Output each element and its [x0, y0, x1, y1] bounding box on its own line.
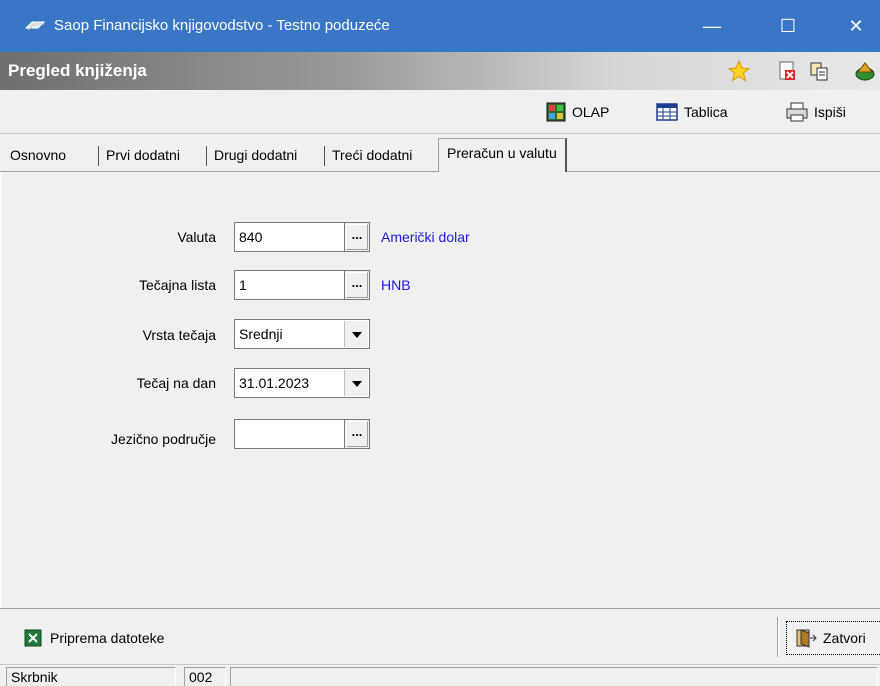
status-bar: Skrbnik 002: [0, 664, 880, 686]
app-icon: [24, 21, 46, 31]
toolbar: OLAP Tablica Ispiši: [0, 90, 880, 134]
copy-icon[interactable]: [808, 60, 830, 82]
chevron-down-icon[interactable]: [344, 321, 368, 347]
priprema-datoteke-button[interactable]: Priprema datoteke: [24, 629, 164, 647]
window-titlebar: Saop Financijsko knjigovodstvo - Testno …: [0, 0, 880, 52]
tablica-button[interactable]: Tablica: [656, 100, 728, 124]
ispisi-button[interactable]: Ispiši: [786, 100, 846, 124]
ispisi-label: Ispiši: [814, 104, 846, 120]
tecaj-na-dan-picker[interactable]: 31.01.2023: [234, 368, 370, 398]
jezicno-podrucje-label: Jezično područje: [110, 431, 216, 447]
valuta-description: Američki dolar: [381, 229, 470, 245]
olap-icon: [546, 102, 566, 122]
door-exit-icon: [796, 629, 817, 648]
form-title: Pregled knjiženja: [8, 61, 147, 80]
maximize-button[interactable]: ☐: [768, 8, 808, 44]
status-user: Skrbnik: [6, 667, 176, 686]
tablica-label: Tablica: [684, 104, 728, 120]
tab-separator: [324, 146, 325, 166]
tab-osnovno[interactable]: Osnovno: [10, 143, 66, 171]
jezicno-podrucje-field[interactable]: [234, 419, 344, 449]
tecajna-lista-browse-button[interactable]: ...: [344, 270, 370, 300]
tecajna-lista-field[interactable]: 1: [234, 270, 344, 300]
form-header: Pregled knjiženja: [0, 52, 880, 90]
status-code: 002: [184, 667, 226, 686]
table-icon: [656, 103, 678, 121]
divider: [777, 617, 779, 657]
zatvori-label: Zatvori: [823, 630, 866, 646]
tab-separator: [206, 146, 207, 166]
status-message: [230, 667, 878, 686]
window-title: Saop Financijsko knjigovodstvo - Testno …: [54, 17, 390, 34]
excel-icon: [24, 629, 42, 647]
export-icon[interactable]: [854, 60, 876, 82]
priprema-label: Priprema datoteke: [50, 630, 165, 646]
valuta-browse-button[interactable]: ...: [344, 222, 370, 252]
vrsta-tecaja-value: Srednji: [239, 326, 283, 342]
tab-strip: Osnovno Prvi dodatni Drugi dodatni Treći…: [0, 134, 880, 172]
zatvori-button[interactable]: Zatvori: [786, 621, 880, 655]
tab-treci-dodatni[interactable]: Treći dodatni: [332, 143, 412, 171]
tecaj-na-dan-value: 31.01.2023: [239, 375, 310, 391]
olap-label: OLAP: [572, 104, 610, 120]
printer-icon: [786, 102, 808, 122]
jezicno-podrucje-browse-button[interactable]: ...: [344, 419, 370, 449]
tab-drugi-dodatni[interactable]: Drugi dodatni: [214, 143, 297, 171]
tecaj-na-dan-label: Tečaj na dan: [136, 375, 216, 391]
star-icon[interactable]: [728, 60, 750, 82]
minimize-button[interactable]: —: [692, 8, 732, 44]
bottom-bar: Priprema datoteke Zatvori: [0, 608, 880, 664]
tab-preracun-u-valutu[interactable]: Preračun u valutu: [438, 138, 567, 172]
olap-button[interactable]: OLAP: [546, 100, 609, 124]
chevron-down-icon[interactable]: [344, 370, 368, 396]
form-panel: Valuta 840 ... Američki dolar Tečajna li…: [0, 172, 880, 608]
valuta-label: Valuta: [177, 229, 216, 245]
delete-document-icon[interactable]: [776, 60, 798, 82]
tab-separator: [98, 146, 99, 166]
tecajna-lista-label: Tečajna lista: [138, 277, 216, 293]
vrsta-tecaja-select[interactable]: Srednji: [234, 319, 370, 349]
close-window-button[interactable]: ✕: [836, 8, 876, 44]
tecajna-lista-description: HNB: [381, 277, 411, 293]
tab-prvi-dodatni[interactable]: Prvi dodatni: [106, 143, 180, 171]
valuta-field[interactable]: 840: [234, 222, 344, 252]
vrsta-tecaja-label: Vrsta tečaja: [142, 327, 216, 343]
